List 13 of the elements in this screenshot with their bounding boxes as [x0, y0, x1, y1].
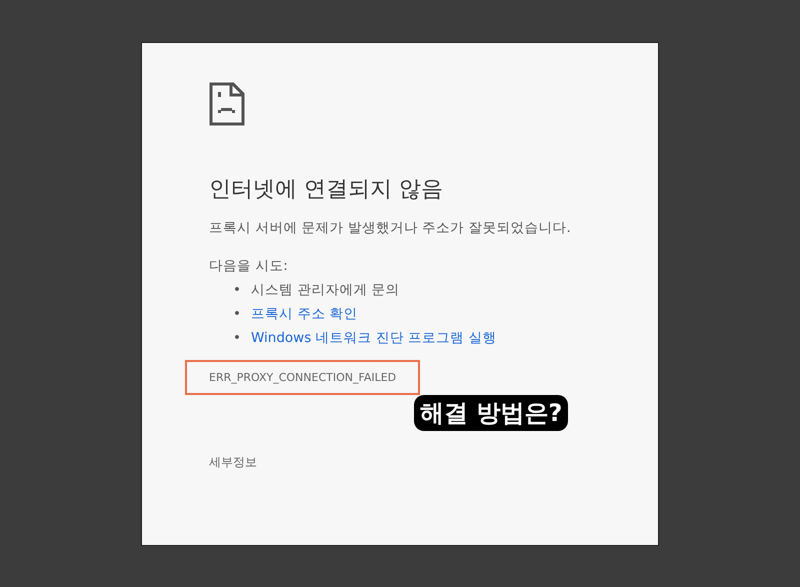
details-button[interactable]: 세부정보: [201, 450, 265, 474]
bullet: •: [233, 304, 241, 324]
error-message: 프록시 서버에 문제가 발생했거나 주소가 잘못되었습니다.: [209, 218, 571, 238]
error-code: ERR_PROXY_CONNECTION_FAILED: [185, 360, 420, 394]
sad-page-icon: [209, 82, 245, 126]
bullet: •: [233, 328, 241, 348]
suggestion-text: 시스템 관리자에게 문의: [250, 280, 400, 300]
error-title: 인터넷에 연결되지 않음: [209, 176, 443, 204]
suggestions-heading: 다음을 시도:: [209, 256, 288, 276]
suggestion-link[interactable]: 프록시 주소 확인: [250, 302, 358, 326]
suggestion-link[interactable]: Windows 네트워크 진단 프로그램 실행: [250, 326, 496, 350]
bullet: •: [233, 280, 241, 300]
annotation-caption: 해결 방법은?: [414, 394, 568, 430]
